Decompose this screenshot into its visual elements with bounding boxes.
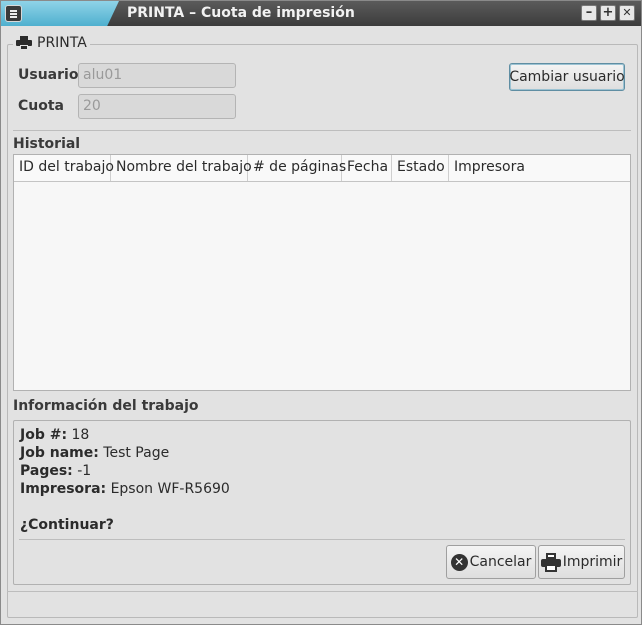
window-menu-button[interactable] xyxy=(5,5,22,22)
job-name-value: Test Page xyxy=(103,445,170,461)
job-name-line: Job name: Test Page xyxy=(20,445,169,461)
job-name-label: Job name: xyxy=(20,445,99,461)
plus-icon: + xyxy=(602,5,614,20)
job-info-title: Información del trabajo xyxy=(13,398,199,414)
continue-question: ¿Continuar? xyxy=(20,517,114,533)
info-separator xyxy=(19,539,625,540)
print-button-label: Imprimir xyxy=(562,554,623,570)
minimize-button[interactable]: – xyxy=(581,5,597,21)
main-window: PRINTA – Cuota de impresión – + ✕ PRINTA… xyxy=(0,0,642,625)
cancel-button-label: Cancelar xyxy=(469,554,532,570)
group-title: PRINTA xyxy=(37,35,87,51)
job-number-label: Job #: xyxy=(20,427,68,443)
column-header[interactable]: # de páginas xyxy=(248,155,346,181)
column-header[interactable]: Fecha xyxy=(342,155,392,181)
pages-label: Pages: xyxy=(20,463,73,479)
title-bar[interactable]: PRINTA – Cuota de impresión – + ✕ xyxy=(1,1,641,26)
printer-label: Impresora: xyxy=(20,481,107,497)
column-header[interactable]: Nombre del trabajo xyxy=(111,155,252,181)
cancel-button[interactable]: ✕ Cancelar xyxy=(446,545,536,579)
history-table[interactable]: ID del trabajo Nombre del trabajo # de p… xyxy=(13,154,631,391)
job-number-value: 18 xyxy=(71,427,90,443)
close-button[interactable]: ✕ xyxy=(619,5,635,21)
usuario-field[interactable]: alu01 xyxy=(78,63,236,88)
column-header[interactable]: Impresora xyxy=(449,155,630,181)
cuota-field[interactable]: 20 xyxy=(78,94,236,119)
history-table-header: ID del trabajo Nombre del trabajo # de p… xyxy=(14,155,630,182)
cancel-circle-icon: ✕ xyxy=(450,553,468,571)
minus-icon: – xyxy=(585,5,593,20)
printer-icon xyxy=(16,36,32,50)
separator xyxy=(13,130,631,131)
print-button[interactable]: Imprimir xyxy=(538,545,625,579)
change-user-button[interactable]: Cambiar usuario xyxy=(509,63,625,91)
printer-line: Impresora: Epson WF-R5690 xyxy=(20,481,230,497)
close-icon: ✕ xyxy=(622,6,632,19)
cuota-label: Cuota xyxy=(18,98,64,114)
job-info-panel: Job #: 18 Job name: Test Page Pages: -1 … xyxy=(13,420,631,585)
status-separator xyxy=(7,591,638,592)
group-legend: PRINTA xyxy=(13,35,90,51)
printer-icon xyxy=(540,552,561,572)
job-number-line: Job #: 18 xyxy=(20,427,89,443)
usuario-label: Usuario xyxy=(18,67,79,83)
printer-value: Epson WF-R5690 xyxy=(110,481,230,497)
history-title: Historial xyxy=(13,136,81,152)
column-header[interactable]: ID del trabajo xyxy=(14,155,114,181)
pages-line: Pages: -1 xyxy=(20,463,91,479)
maximize-button[interactable]: + xyxy=(600,5,616,21)
column-header[interactable]: Estado xyxy=(392,155,449,181)
pages-value: -1 xyxy=(77,463,92,479)
window-title: PRINTA – Cuota de impresión xyxy=(127,5,355,21)
